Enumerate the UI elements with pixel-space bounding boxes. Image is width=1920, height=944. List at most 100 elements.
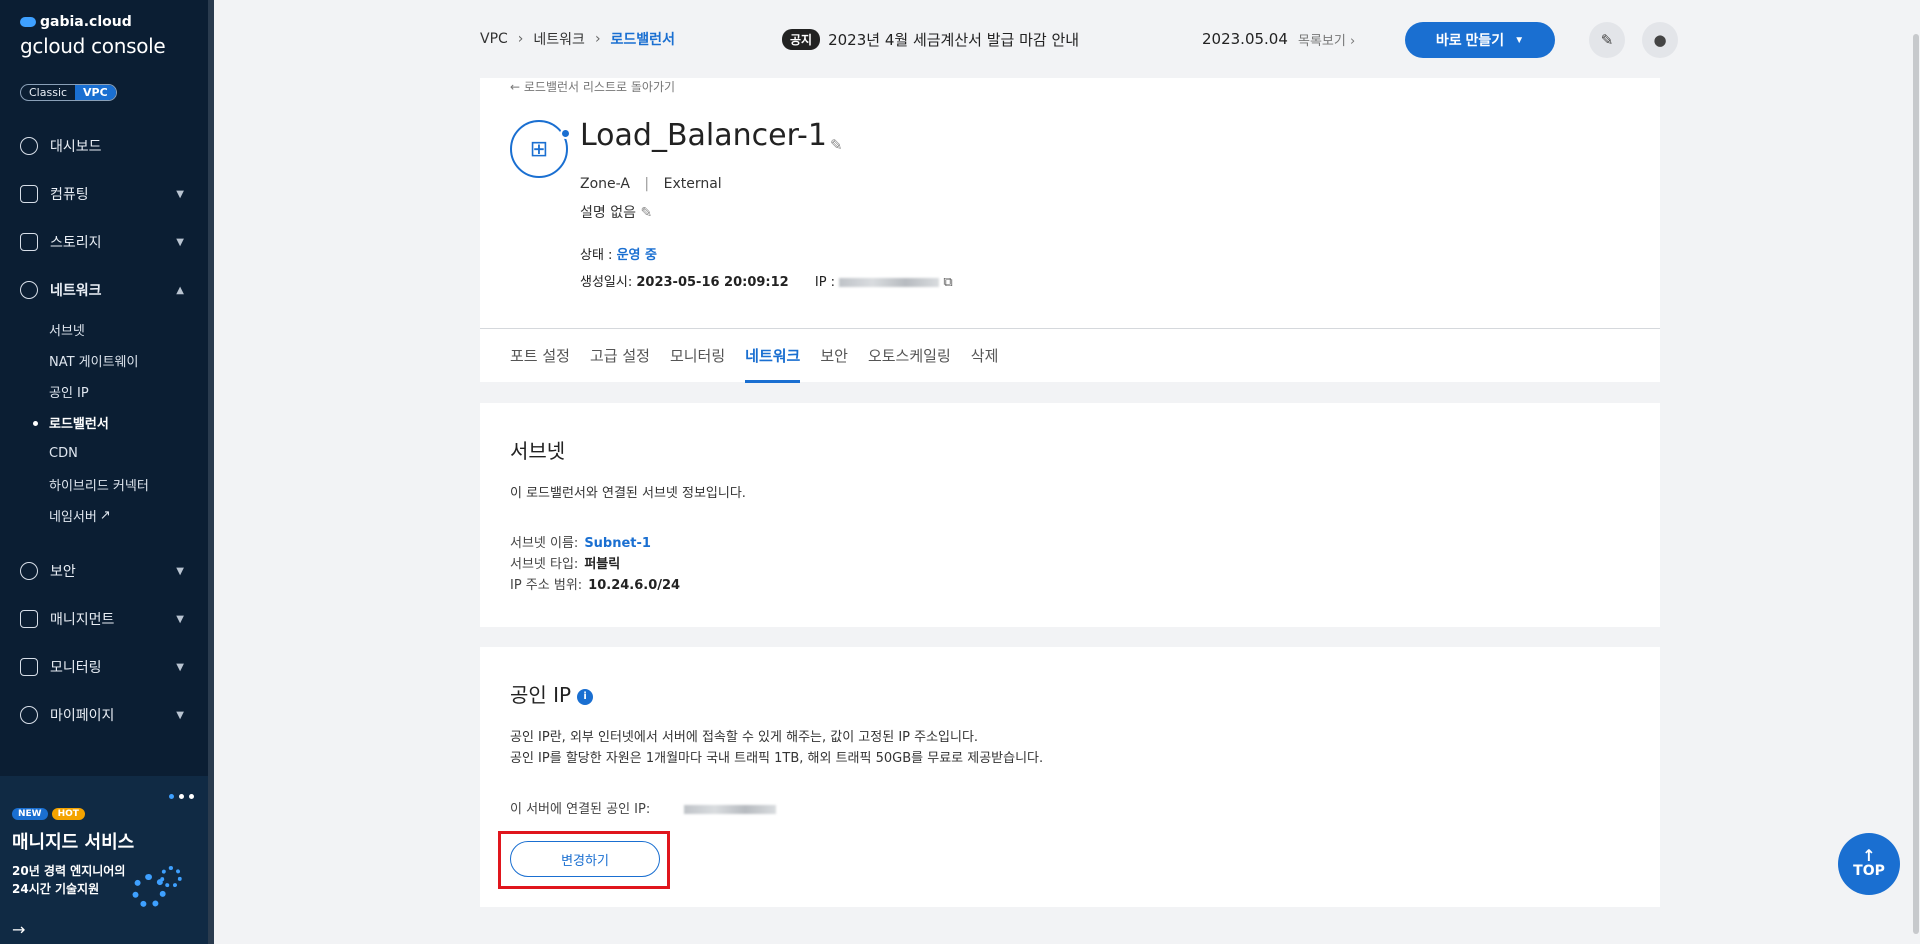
public-ip-desc-line1: 공인 IP란, 외부 인터넷에서 서버에 접속할 수 있게 해주는, 값이 고정… bbox=[510, 730, 979, 745]
carousel-dots[interactable] bbox=[169, 794, 194, 799]
dashboard-icon bbox=[20, 137, 38, 155]
quick-create-button[interactable]: 바로 만들기 ▼ bbox=[1405, 22, 1555, 58]
subnet-type-value: 퍼블릭 bbox=[584, 557, 621, 572]
lb-status: 상태 : 운영 중 bbox=[580, 244, 657, 263]
notice-list-link[interactable]: 목록보기 › bbox=[1298, 30, 1355, 49]
chat-button[interactable]: ✎ bbox=[1589, 22, 1625, 58]
sidebar-subitem-subnet[interactable]: 서브넷 bbox=[49, 314, 208, 345]
toggle-classic[interactable]: Classic bbox=[21, 85, 75, 100]
ip-range-value: 10.24.6.0/24 bbox=[588, 578, 681, 593]
public-ip-title: 공인 IP i bbox=[510, 679, 594, 708]
redacted-ip bbox=[839, 278, 940, 287]
user-icon: ● bbox=[1653, 31, 1667, 49]
promo-title: 매니지드 서비스 bbox=[12, 832, 135, 853]
nameserver-label: 네임서버 bbox=[49, 510, 97, 525]
network-submenu: 서브넷 NAT 게이트웨이 공인 IP 로드밸런서 CDN 하이브리드 커넥터 … bbox=[0, 314, 208, 531]
sidebar-item-label: 컴퓨팅 bbox=[50, 187, 89, 203]
sidebar-item-management[interactable]: 매니지먼트 ▼ bbox=[0, 595, 208, 643]
tab-autoscaling[interactable]: 오토스케일링 bbox=[868, 329, 951, 383]
chat-icon: ✎ bbox=[1600, 31, 1614, 49]
sidebar-subitem-hybrid-connector[interactable]: 하이브리드 커넥터 bbox=[49, 469, 208, 500]
network-icon bbox=[20, 281, 38, 299]
lb-description: 설명 없음 ✎ bbox=[580, 202, 652, 222]
chevron-down-icon: ▼ bbox=[176, 188, 184, 200]
subnet-name-label: 서브넷 이름: bbox=[510, 536, 579, 551]
top-header: VPC › 네트워크 › 로드밸런서 공지 2023년 4월 세금계산서 발급 … bbox=[480, 0, 1678, 78]
subnet-name-link[interactable]: Subnet-1 bbox=[584, 536, 651, 551]
breadcrumb-vpc[interactable]: VPC bbox=[480, 31, 508, 47]
chevron-down-icon: ▼ bbox=[176, 236, 184, 248]
public-ip-card: 공인 IP i 공인 IP란, 외부 인터넷에서 서버에 접속할 수 있게 해주는… bbox=[480, 647, 1660, 907]
tab-network[interactable]: 네트워크 bbox=[745, 329, 801, 383]
arrow-right-icon[interactable]: → bbox=[12, 920, 25, 939]
top-label: TOP bbox=[1853, 863, 1885, 879]
edit-name-icon[interactable]: ✎ bbox=[830, 136, 843, 154]
promo-banner[interactable]: NEW HOT 매니지드 서비스 20년 경력 엔지니어의 24시간 기술지원 … bbox=[0, 776, 208, 944]
hot-badge: HOT bbox=[51, 808, 85, 820]
subnet-info: 서브넷 이름: Subnet-1 서브넷 타입: 퍼블릭 IP 주소 범위: 10.2… bbox=[510, 533, 680, 596]
redacted-ip bbox=[684, 805, 777, 814]
classic-vpc-toggle[interactable]: Classic VPC bbox=[20, 84, 117, 101]
sidebar-subitem-load-balancer[interactable]: 로드밸런서 bbox=[33, 407, 208, 438]
tab-port-settings[interactable]: 포트 설정 bbox=[510, 329, 570, 383]
main-scrollbar[interactable] bbox=[1912, 0, 1920, 944]
change-button[interactable]: 변경하기 bbox=[510, 841, 660, 877]
sidebar-item-label: 매니지먼트 bbox=[50, 612, 115, 628]
subnet-type-label: 서브넷 타입: bbox=[510, 557, 579, 572]
sidebar-item-computing[interactable]: 컴퓨팅 ▼ bbox=[0, 170, 208, 218]
chevron-down-icon: ▼ bbox=[176, 661, 184, 673]
sidebar-item-label: 대시보드 bbox=[50, 139, 102, 155]
user-icon bbox=[20, 706, 38, 724]
tab-delete[interactable]: 삭제 bbox=[971, 329, 999, 383]
scroll-top-button[interactable]: ↑ TOP bbox=[1838, 833, 1900, 895]
sidebar-item-security[interactable]: 보안 ▼ bbox=[0, 547, 208, 595]
external-link-icon: ↗ bbox=[99, 508, 111, 523]
edit-description-icon[interactable]: ✎ bbox=[640, 205, 652, 221]
brand-top-label: gabia.cloud bbox=[40, 14, 132, 30]
copy-icon[interactable]: ⧉ bbox=[943, 275, 952, 290]
breadcrumb-network[interactable]: 네트워크 bbox=[533, 29, 585, 49]
notice-list-label: 목록보기 bbox=[1298, 33, 1346, 49]
account-button[interactable]: ● bbox=[1642, 22, 1678, 58]
sidebar-item-label: 네트워크 bbox=[50, 283, 102, 299]
tab-security[interactable]: 보안 bbox=[820, 329, 848, 383]
storage-icon bbox=[20, 233, 38, 251]
shield-icon bbox=[20, 562, 38, 580]
chevron-right-icon: › bbox=[517, 31, 524, 47]
sidebar-scrollbar[interactable] bbox=[208, 0, 214, 944]
brand-logo[interactable]: gabia.cloud gcloud console bbox=[20, 14, 166, 58]
sidebar-item-mypage[interactable]: 마이페이지 ▼ bbox=[0, 691, 208, 739]
tab-monitoring[interactable]: 모니터링 bbox=[670, 329, 725, 383]
breadcrumb: VPC › 네트워크 › 로드밸런서 bbox=[480, 29, 675, 49]
ip-label: IP : bbox=[814, 275, 836, 290]
toggle-vpc[interactable]: VPC bbox=[75, 85, 116, 100]
connected-ip-label: 이 서버에 연결된 공인 IP: bbox=[510, 802, 651, 817]
promo-line1: 20년 경력 엔지니어의 bbox=[12, 864, 126, 878]
sidebar-subitem-cdn[interactable]: CDN bbox=[49, 438, 208, 469]
connected-ip-row: 이 서버에 연결된 공인 IP: bbox=[510, 799, 777, 820]
sidebar-item-storage[interactable]: 스토리지 ▼ bbox=[0, 218, 208, 266]
tab-advanced-settings[interactable]: 고급 설정 bbox=[590, 329, 650, 383]
sidebar-item-monitoring[interactable]: 모니터링 ▼ bbox=[0, 643, 208, 691]
scrollbar-thumb[interactable] bbox=[1913, 34, 1919, 934]
info-icon[interactable]: i bbox=[577, 688, 594, 705]
public-ip-title-text: 공인 IP bbox=[510, 683, 572, 707]
subnet-description: 이 로드밸런서와 연결된 서브넷 정보입니다. bbox=[510, 486, 746, 501]
sidebar-item-network[interactable]: 네트워크 ▲ bbox=[0, 266, 208, 314]
sidebar-item-dashboard[interactable]: 대시보드 bbox=[0, 122, 208, 170]
sidebar-subitem-nat-gateway[interactable]: NAT 게이트웨이 bbox=[49, 345, 208, 376]
breadcrumb-load-balancer[interactable]: 로드밸런서 bbox=[611, 29, 675, 49]
subnet-card: 서브넷 이 로드밸런서와 연결된 서브넷 정보입니다. 서브넷 이름: Subne… bbox=[480, 403, 1660, 627]
promo-subtitle: 20년 경력 엔지니어의 24시간 기술지원 bbox=[12, 862, 125, 898]
chevron-up-icon: ▲ bbox=[176, 284, 184, 296]
notice-text[interactable]: 2023년 4월 세금계산서 발급 마감 안내 bbox=[828, 29, 1079, 50]
sidebar-subitem-nameserver[interactable]: 네임서버 ↗ bbox=[49, 500, 208, 531]
sidebar-subitem-public-ip[interactable]: 공인 IP bbox=[49, 376, 208, 407]
divider: | bbox=[644, 176, 650, 192]
chevron-down-icon: ▼ bbox=[176, 565, 184, 577]
detail-tabs: 포트 설정 고급 설정 모니터링 네트워크 보안 오토스케일링 삭제 bbox=[480, 328, 1660, 383]
back-to-list-link[interactable]: ← 로드밸런서 리스트로 돌아가기 bbox=[510, 78, 675, 95]
status-label: 상태 : bbox=[580, 248, 613, 263]
notice-bar[interactable]: 공지 2023년 4월 세금계산서 발급 마감 안내 bbox=[782, 28, 1079, 50]
lb-summary-card: ← 로드밸런서 리스트로 돌아가기 ⊞ Load_Balancer-1 ✎ Zo… bbox=[480, 78, 1660, 383]
